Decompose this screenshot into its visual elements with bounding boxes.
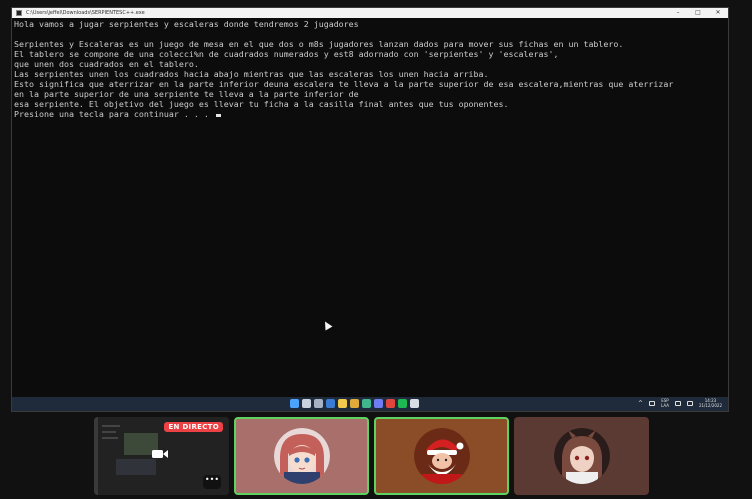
language-indicator[interactable]: ESP LAA [661, 398, 669, 408]
console-titlebar: C:\Users\jeffel\Downloads\SERPIENTESC++.… [12, 8, 728, 18]
console-app-icon [16, 10, 22, 16]
live-badge: EN DIRECTO [164, 422, 223, 432]
anime-girl-avatar [273, 428, 330, 484]
console-prompt: Presione una tecla para continuar . . . [14, 109, 214, 119]
preview-line [102, 437, 118, 439]
console-line: Hola vamos a jugar serpientes y escalera… [14, 19, 359, 29]
console-prompt-line: Presione una tecla para continuar . . . [14, 109, 728, 119]
console-line: que unen dos cuadrados en el tablero. [14, 59, 199, 69]
console-line: Esto significa que aterrizar en la parte… [14, 79, 674, 89]
search-icon[interactable] [302, 399, 311, 408]
terminal-icon[interactable] [410, 399, 419, 408]
preview-block [116, 459, 156, 475]
chrome-icon[interactable] [350, 399, 359, 408]
window-title: C:\Users\jeffel\Downloads\SERPIENTESC++.… [26, 10, 145, 16]
wifi-icon[interactable] [674, 400, 681, 406]
windows-start-icon[interactable] [290, 399, 299, 408]
close-icon[interactable]: ✕ [708, 8, 728, 18]
clock[interactable]: 14:23 21/12/2022 [699, 398, 722, 408]
participant-tile-3[interactable] [514, 417, 649, 495]
my-stream-tile[interactable]: EN DIRECTO ••• [94, 417, 229, 495]
participant-tile-2[interactable] [374, 417, 509, 495]
console-line: Las serpientes unen los cuadrados hacia … [14, 69, 489, 79]
app-icon[interactable] [386, 399, 395, 408]
preview-line [102, 425, 120, 427]
mail-icon[interactable] [326, 399, 335, 408]
more-options-button[interactable]: ••• [203, 475, 221, 489]
minimize-icon[interactable]: – [668, 8, 688, 18]
santa-avatar [413, 428, 470, 484]
preview-sidebar [94, 417, 98, 495]
system-tray: ^ ESP LAA 14:23 21/12/2022 [638, 398, 722, 408]
maximize-icon[interactable]: □ [688, 8, 708, 18]
chevron-up-icon[interactable]: ^ [638, 400, 643, 407]
participant-tile-1[interactable] [234, 417, 369, 495]
spotify-icon[interactable] [398, 399, 407, 408]
file-explorer-icon[interactable] [338, 399, 347, 408]
task-view-icon[interactable] [314, 399, 323, 408]
shared-screen: C:\Users\jeffel\Downloads\SERPIENTESC++.… [11, 7, 729, 412]
console-line: El tablero se compone de una colecci%n d… [14, 49, 559, 59]
console-line: en la parte superior de una serpiente te… [14, 89, 359, 99]
preview-line [102, 431, 116, 433]
anime-character-avatar [553, 428, 610, 484]
clock-date: 21/12/2022 [698, 403, 722, 408]
taskbar: ^ ESP LAA 14:23 21/12/2022 [12, 397, 728, 411]
language-layout: LAA [661, 403, 669, 408]
console-line: Serpientes y Escaleras es un juego de me… [14, 39, 624, 49]
edge-icon[interactable] [362, 399, 371, 408]
console-output[interactable]: Hola vamos a jugar serpientes y escalera… [14, 19, 728, 397]
discord-icon[interactable] [374, 399, 383, 408]
camera-icon [152, 450, 168, 458]
volume-icon[interactable] [686, 400, 693, 406]
display-icon[interactable] [649, 400, 656, 406]
text-cursor [215, 114, 221, 117]
console-line: esa serpiente. El objetivo del juego es … [14, 99, 509, 109]
